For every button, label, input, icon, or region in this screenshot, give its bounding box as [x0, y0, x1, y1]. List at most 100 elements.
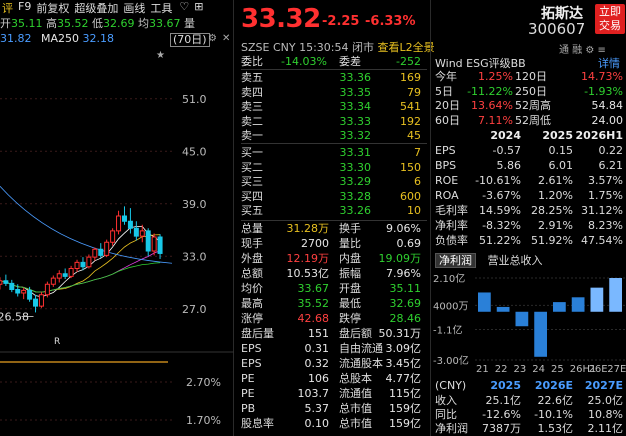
price-change-pct: -6.33% — [365, 14, 416, 29]
period-row: 60日 7.11% 52周低 24.00 — [435, 113, 623, 127]
bid-row[interactable]: 买四 33.28 600 — [241, 190, 427, 203]
bar-x-tick: 24 — [532, 364, 545, 375]
candle-body — [3, 280, 9, 284]
indicator-tick-label: 2.70% — [186, 376, 221, 389]
stat-row: 总额 10.53亿 振幅 7.96% — [241, 267, 421, 280]
bar-x-tick: 25 — [551, 364, 564, 375]
profit-bar — [553, 302, 566, 312]
candle-body — [44, 283, 50, 296]
trade-now-button[interactable]: 立即 交易 — [595, 4, 625, 34]
bar-y-tick: 2.10亿 — [433, 272, 465, 285]
bar-x-tick: 23 — [514, 364, 527, 375]
bar-y-tick: -3.00亿 — [433, 354, 469, 367]
candle-body — [27, 289, 33, 300]
ask-row[interactable]: 卖四 33.35 79 — [241, 86, 427, 99]
stock-code: 300607 — [528, 20, 586, 38]
stat-row: EPS 0.32 流通股本 3.45亿 — [241, 357, 421, 370]
period-row: 20日 13.64% 52周高 54.84 — [435, 99, 623, 112]
candle-body — [116, 215, 122, 232]
candle-body — [86, 256, 92, 268]
stat-row: 股息率 0.10 总市值 159亿 — [241, 417, 421, 430]
stat-row: EPS 0.31 自由流通 3.09亿 — [241, 342, 421, 355]
profit-bar — [496, 306, 510, 312]
forecast-header: (CNY) 2025 2026E 2027E — [435, 379, 623, 392]
rights-marker: R — [54, 337, 60, 347]
forecast-row: 净利润 7387万 1.53亿 2.11亿 — [435, 422, 623, 435]
bar-x-tick: 26E — [589, 364, 608, 375]
bar-x-tick: 27E — [607, 364, 626, 375]
candle-body — [15, 289, 21, 294]
period-row: 5日 -11.22% 250日 -1.93% — [435, 84, 623, 98]
profit-bar — [478, 292, 491, 312]
bid-row[interactable]: 买三 33.29 6 — [241, 175, 427, 188]
stat-row: 涨停 42.68 跌停 28.46 — [241, 312, 421, 325]
candle-body — [68, 268, 74, 277]
profit-bar-chart: 2.10亿4000万-1.1亿-3.00亿21 22 23 24 25 26H126E 27… — [433, 272, 626, 375]
bar-x-tick: 21 — [476, 364, 489, 375]
candle-body — [121, 215, 127, 222]
market-meta: SZSE CNY 15:30:54 闭市 查看L2全景 — [241, 41, 435, 54]
tab-revenue[interactable]: 营业总收入 — [488, 254, 543, 267]
fin-row: ROA -3.67% 1.20% 1.75% — [435, 189, 623, 202]
moving-average-line — [0, 250, 161, 293]
bid-row[interactable]: 买二 33.30 150 — [241, 161, 427, 174]
ask-row[interactable]: 卖三 33.34 541 — [241, 100, 427, 113]
stat-row: 盘后量 151 盘后额 50.31万 — [241, 327, 421, 340]
candle-body — [92, 248, 98, 258]
candle-body — [139, 230, 145, 237]
candle-body — [62, 273, 68, 277]
fin-row: BPS 5.86 6.01 6.21 — [435, 159, 623, 172]
kline-chart-panel[interactable]: 评 F9 前复权 超级叠加 画线 工具 ♡ ⊞ 开35.11 高35.52 低3… — [0, 0, 234, 436]
stat-row: PB 5.37 总市值 159亿 — [241, 402, 421, 415]
profit-bar — [590, 287, 604, 312]
candle-body — [9, 282, 15, 290]
quote-panel: 33.32 -2.25 -6.33% SZSE CNY 15:30:54 闭市 … — [235, 0, 435, 436]
forecast-row: 同比 -12.6% -10.1% 10.8% — [435, 408, 623, 421]
candle-body — [38, 294, 44, 307]
stat-row: PE 106 总股本 4.77亿 — [241, 372, 421, 385]
candle-body — [98, 248, 104, 256]
candle-body — [33, 298, 39, 307]
moving-average-line — [0, 262, 161, 293]
candle-body — [104, 241, 110, 256]
tab-net-profit[interactable]: 净利润 — [435, 253, 476, 268]
profit-bar — [609, 278, 622, 312]
detail-link[interactable]: 详情 — [598, 55, 620, 71]
level2-link[interactable]: 查看L2全景 — [378, 41, 435, 54]
fin-row: 毛利率 14.59% 28.25% 31.12% — [435, 204, 623, 217]
candle-body — [151, 236, 157, 252]
bid-row[interactable]: 买五 33.26 10 — [241, 204, 427, 217]
last-price: 33.32 — [241, 4, 321, 34]
price-change: -2.25 — [322, 14, 360, 29]
candle-body — [80, 261, 86, 268]
candle-body — [157, 236, 163, 254]
candle-body — [133, 227, 139, 237]
indicator-tick-label: 1.70% — [186, 414, 221, 427]
profit-tabs: 净利润 营业总收入 — [435, 252, 543, 268]
ask-row[interactable]: 卖五 33.36 169 — [241, 71, 427, 84]
esg-rating: Wind ESG评级BB — [435, 57, 526, 70]
fin-row: EPS -0.57 0.15 0.22 — [435, 144, 623, 157]
y-tick-label: 33.0 — [182, 250, 207, 263]
y-tick-label: 27.0 — [182, 303, 207, 316]
bid-row[interactable]: 买一 33.31 7 — [241, 146, 427, 159]
ask-row[interactable]: 卖一 33.32 45 — [241, 129, 427, 142]
candle-body — [145, 230, 151, 252]
period-row: 今年 1.25% 120日 14.73% — [435, 70, 623, 83]
y-tick-label: 51.0 — [182, 93, 207, 106]
stat-row: PE 103.7 流通值 115亿 — [241, 387, 421, 400]
fin-row: ROE -10.61% 2.61% 3.57% — [435, 174, 623, 187]
stat-row: 总量 31.28万 换手 9.06% — [241, 222, 421, 235]
fin-row: 净利率 -8.32% 2.91% 8.23% — [435, 219, 623, 232]
gear-icon[interactable]: ⚙ — [585, 45, 594, 56]
candle-body — [50, 277, 56, 285]
ma250-line — [0, 185, 173, 264]
candle-body — [21, 289, 27, 294]
candlestick-chart[interactable]: 51.0 45.0 39.0 33.0 27.0 26.58 R 2.70% 1.70% — [0, 0, 234, 436]
y-tick-label: 45.0 — [182, 145, 207, 158]
divider — [241, 220, 427, 221]
ask-row[interactable]: 卖二 33.33 192 — [241, 115, 427, 128]
stat-row: 外盘 12.19万 内盘 19.09万 — [241, 252, 421, 265]
bar-y-tick: 4000万 — [433, 301, 468, 312]
divider — [241, 69, 427, 70]
